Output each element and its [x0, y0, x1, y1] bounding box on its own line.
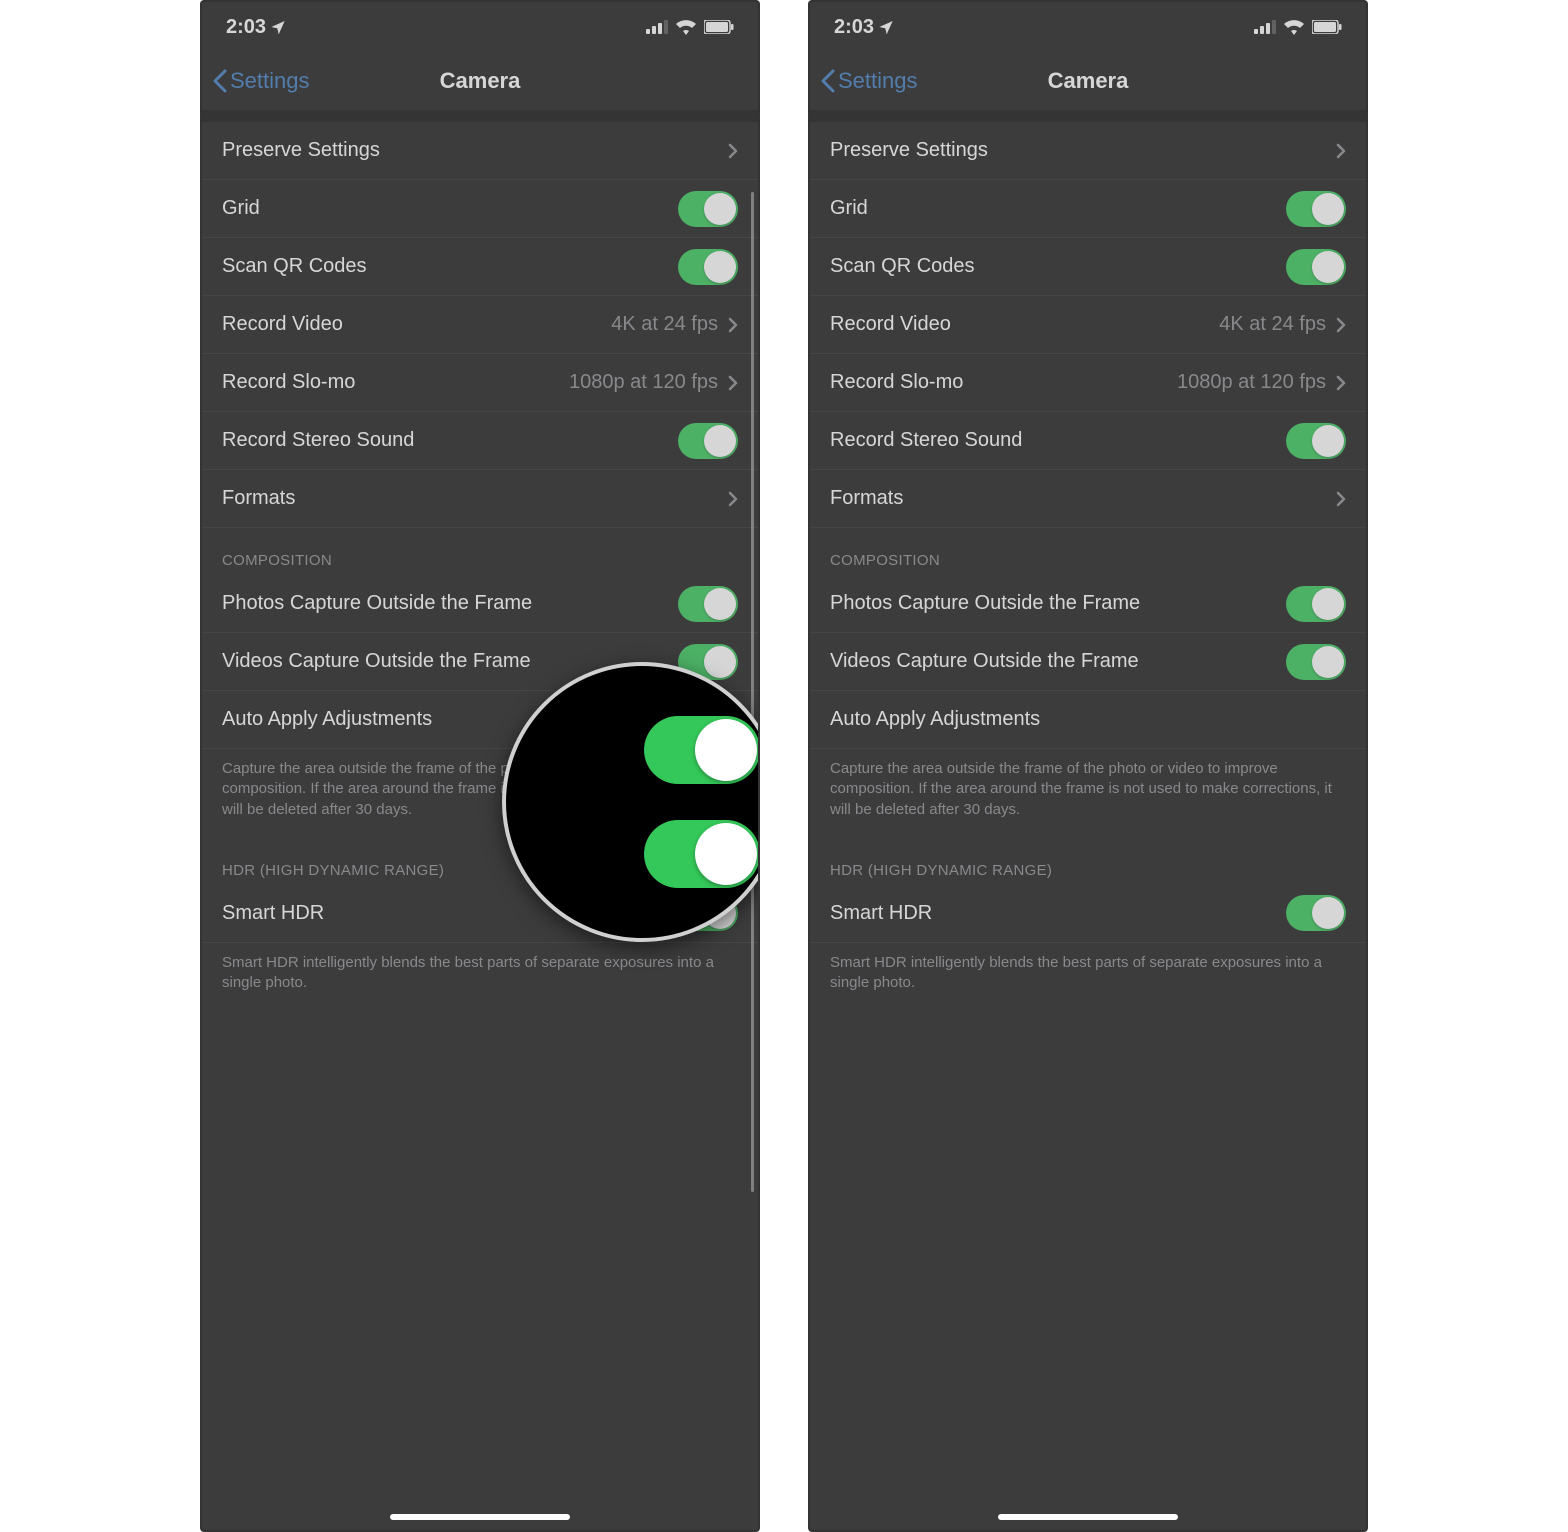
row-grid: Grid	[202, 180, 758, 238]
row-photos-outside: Photos Capture Outside the Frame	[810, 575, 1366, 633]
chevron-right-icon	[1336, 375, 1346, 391]
magnified-toggle-photos[interactable]	[644, 716, 760, 784]
back-button[interactable]: Settings	[202, 68, 310, 94]
section-footer-hdr: Smart HDR intelligently blends the best …	[810, 943, 1366, 1012]
detail-value: 4K at 24 fps	[1219, 313, 1326, 336]
magnifier-bubble	[502, 662, 760, 942]
row-videos-outside: Videos Capture Outside the Frame	[810, 633, 1366, 691]
row-record-slomo[interactable]: Record Slo-mo 1080p at 120 fps	[202, 354, 758, 412]
toggle-videos-outside[interactable]	[1286, 644, 1346, 680]
label: Record Video	[830, 313, 1219, 336]
label: Smart HDR	[830, 902, 1286, 925]
chevron-right-icon	[728, 375, 738, 391]
toggle-grid[interactable]	[678, 191, 738, 227]
chevron-right-icon	[728, 491, 738, 507]
battery-icon	[704, 20, 734, 34]
row-record-video[interactable]: Record Video 4K at 24 fps	[810, 296, 1366, 354]
back-label: Settings	[838, 68, 918, 94]
cellular-icon	[646, 20, 668, 34]
home-indicator[interactable]	[998, 1514, 1178, 1520]
label: Record Video	[222, 313, 611, 336]
section-footer-composition: Capture the area outside the frame of th…	[810, 749, 1366, 838]
row-formats[interactable]: Formats	[202, 470, 758, 528]
chevron-right-icon	[728, 317, 738, 333]
cellular-icon	[1254, 20, 1276, 34]
label: Photos Capture Outside the Frame	[222, 592, 678, 615]
label: Photos Capture Outside the Frame	[830, 592, 1286, 615]
section-header-composition: Composition	[202, 528, 758, 575]
nav-bar: Settings Camera	[810, 52, 1366, 110]
chevron-right-icon	[1336, 143, 1346, 159]
row-preserve-settings[interactable]: Preserve Settings	[810, 122, 1366, 180]
label: Record Slo-mo	[222, 371, 569, 394]
label: Auto Apply Adjustments	[830, 708, 1346, 731]
toggle-qr[interactable]	[678, 249, 738, 285]
toggle-grid[interactable]	[1286, 191, 1346, 227]
row-formats[interactable]: Formats	[810, 470, 1366, 528]
label: Record Slo-mo	[830, 371, 1177, 394]
chevron-right-icon	[1336, 491, 1346, 507]
battery-icon	[1312, 20, 1342, 34]
label: Scan QR Codes	[830, 255, 1286, 278]
label: Preserve Settings	[830, 139, 1336, 162]
wifi-icon	[1284, 19, 1304, 35]
row-auto-apply: Auto Apply Adjustments	[810, 691, 1366, 749]
row-stereo: Record Stereo Sound	[202, 412, 758, 470]
toggle-photos-outside[interactable]	[1286, 586, 1346, 622]
label: Grid	[830, 197, 1286, 220]
section-header-hdr: HDR (High Dynamic Range)	[810, 838, 1366, 885]
label: Videos Capture Outside the Frame	[830, 650, 1286, 673]
toggle-stereo[interactable]	[1286, 423, 1346, 459]
wifi-icon	[676, 19, 696, 35]
magnified-toggle-videos[interactable]	[644, 820, 760, 888]
back-label: Settings	[230, 68, 310, 94]
status-time: 2:03	[226, 16, 266, 39]
row-record-video[interactable]: Record Video 4K at 24 fps	[202, 296, 758, 354]
toggle-qr[interactable]	[1286, 249, 1346, 285]
row-record-slomo[interactable]: Record Slo-mo 1080p at 120 fps	[810, 354, 1366, 412]
detail-value: 1080p at 120 fps	[569, 371, 718, 394]
label: Record Stereo Sound	[222, 429, 678, 452]
chevron-right-icon	[1336, 317, 1346, 333]
settings-list: Preserve Settings Grid Scan QR Codes Rec…	[810, 110, 1366, 1011]
home-indicator[interactable]	[390, 1514, 570, 1520]
label: Grid	[222, 197, 678, 220]
row-preserve-settings[interactable]: Preserve Settings	[202, 122, 758, 180]
row-photos-outside: Photos Capture Outside the Frame	[202, 575, 758, 633]
toggle-stereo[interactable]	[678, 423, 738, 459]
phone-left: 2:03 Settings Camera Preser	[200, 0, 760, 1532]
status-bar: 2:03	[202, 2, 758, 52]
detail-value: 1080p at 120 fps	[1177, 371, 1326, 394]
status-time: 2:03	[834, 16, 874, 39]
location-icon	[878, 19, 894, 35]
label: Formats	[222, 487, 728, 510]
row-smart-hdr: Smart HDR	[810, 885, 1366, 943]
nav-bar: Settings Camera	[202, 52, 758, 110]
row-stereo: Record Stereo Sound	[810, 412, 1366, 470]
row-grid: Grid	[810, 180, 1366, 238]
label: Formats	[830, 487, 1336, 510]
label: Preserve Settings	[222, 139, 728, 162]
label: Record Stereo Sound	[830, 429, 1286, 452]
row-qr: Scan QR Codes	[810, 238, 1366, 296]
toggle-smart-hdr[interactable]	[1286, 895, 1346, 931]
detail-value: 4K at 24 fps	[611, 313, 718, 336]
row-qr: Scan QR Codes	[202, 238, 758, 296]
location-icon	[270, 19, 286, 35]
phone-right: 2:03 Settings Camera Preser	[808, 0, 1368, 1532]
status-bar: 2:03	[810, 2, 1366, 52]
toggle-photos-outside[interactable]	[678, 586, 738, 622]
section-footer-hdr: Smart HDR intelligently blends the best …	[202, 943, 758, 1012]
label: Scan QR Codes	[222, 255, 678, 278]
chevron-right-icon	[728, 143, 738, 159]
back-button[interactable]: Settings	[810, 68, 918, 94]
section-header-composition: Composition	[810, 528, 1366, 575]
